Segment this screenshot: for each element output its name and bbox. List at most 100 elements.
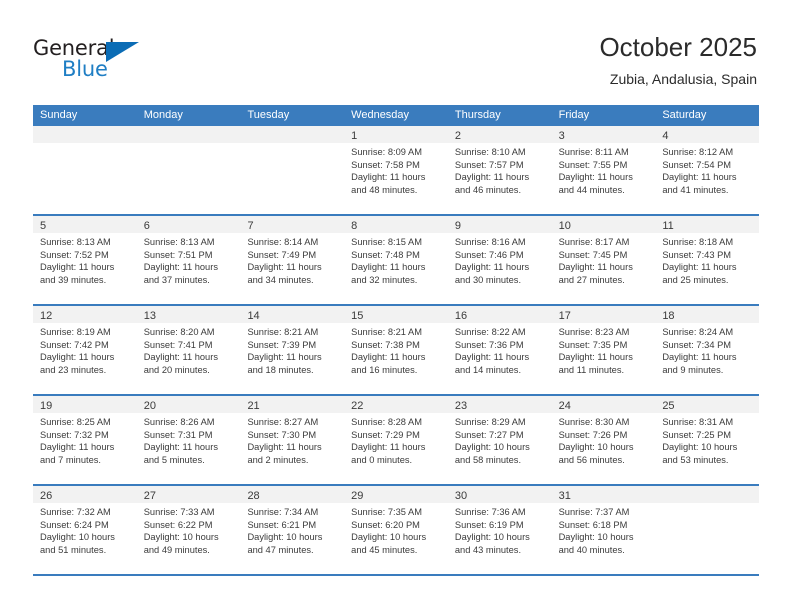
sunrise-text: Sunrise: 8:22 AM [454, 327, 526, 337]
day-number-strip: 1 [344, 126, 448, 143]
day-cell-body: Sunrise: 8:25 AM Sunset: 7:32 PM Daylight:… [33, 413, 137, 466]
general-blue-logo[interactable]: General Blue [33, 36, 163, 84]
day-number: 4 [662, 130, 669, 142]
day-cell[interactable]: 27 Sunrise: 7:33 AM Sunset: 6:22 PM Dayligh… [136, 486, 241, 574]
sunrise-text: Sunrise: 8:30 AM [558, 417, 630, 427]
day-number: 24 [558, 400, 571, 412]
day-cell[interactable]: 1 Sunrise: 8:09 AM Sunset: 7:58 PM Daylight… [344, 126, 448, 214]
day-number-strip [655, 486, 760, 503]
day-number: 15 [351, 310, 364, 322]
sunset-text: Sunset: 7:51 PM [143, 249, 213, 260]
weekday-header-row: Sunday Monday Tuesday Wednesday Thursday Frid… [33, 105, 759, 126]
day-cell[interactable]: 21 Sunrise: 8:27 AM Sunset: 7:30 PM Dayligh… [240, 396, 345, 484]
daylight-text: Daylight: 10 hours and 43 minutes. [454, 532, 530, 555]
day-cell[interactable]: 6 Sunrise: 8:13 AM Sunset: 7:51 PM Daylight… [136, 216, 241, 304]
sunrise-text: Sunrise: 8:11 AM [558, 147, 629, 157]
day-number: 20 [143, 400, 156, 412]
day-cell-empty [240, 126, 345, 214]
sunrise-text: Sunrise: 8:19 AM [40, 327, 111, 337]
day-number: 30 [454, 490, 468, 502]
daylight-text: Daylight: 11 hours and 37 minutes. [143, 262, 218, 285]
sunset-text: Sunset: 7:43 PM [662, 249, 732, 260]
sunrise-text: Sunrise: 8:24 AM [662, 327, 734, 337]
day-number: 8 [351, 220, 358, 232]
day-cell[interactable]: 17 Sunrise: 8:23 AM Sunset: 7:35 PM Dayligh… [551, 306, 656, 394]
sunrise-text: Sunrise: 8:12 AM [662, 147, 734, 157]
daylight-text: Daylight: 11 hours and 30 minutes. [454, 262, 530, 285]
day-cell-body: Sunrise: 8:13 AM Sunset: 7:51 PM Daylight:… [137, 233, 241, 286]
day-cell[interactable]: 2 Sunrise: 8:10 AM Sunset: 7:57 PM Daylight… [447, 126, 552, 214]
daylight-text: Daylight: 11 hours and 46 minutes. [454, 172, 530, 195]
sunrise-text: Sunrise: 7:32 AM [40, 507, 111, 517]
day-cell[interactable]: 4 Sunrise: 8:12 AM Sunset: 7:54 PM Daylight… [655, 126, 760, 214]
day-cell[interactable]: 18 Sunrise: 8:24 AM Sunset: 7:34 PM Dayligh… [655, 306, 760, 394]
sunrise-text: Sunrise: 8:16 AM [454, 237, 526, 247]
daylight-text: Daylight: 11 hours and 25 minutes. [662, 262, 737, 285]
day-cell-body: Sunrise: 7:32 AM Sunset: 6:24 PM Daylight:… [33, 503, 137, 556]
page-header: General Blue October 2025 Zubia, Andalus… [0, 0, 792, 104]
daylight-text: Daylight: 11 hours and 20 minutes. [143, 352, 218, 375]
day-cell[interactable]: 24 Sunrise: 8:30 AM Sunset: 7:26 PM Dayligh… [551, 396, 656, 484]
day-cell[interactable]: 8 Sunrise: 8:15 AM Sunset: 7:48 PM Daylight… [344, 216, 448, 304]
day-number-strip: 21 [240, 396, 345, 413]
sunrise-text: Sunrise: 8:21 AM [247, 327, 319, 337]
weekday-header-monday: Monday [143, 109, 183, 121]
day-cell[interactable]: 31 Sunrise: 7:37 AM Sunset: 6:18 PM Dayligh… [551, 486, 656, 574]
day-number-strip: 3 [551, 126, 656, 143]
daylight-text: Daylight: 11 hours and 34 minutes. [247, 262, 322, 285]
day-cell[interactable]: 29 Sunrise: 7:35 AM Sunset: 6:20 PM Dayligh… [344, 486, 448, 574]
day-cell[interactable]: 28 Sunrise: 7:34 AM Sunset: 6:21 PM Dayligh… [240, 486, 345, 574]
daylight-text: Daylight: 10 hours and 51 minutes. [40, 532, 115, 555]
day-cell-body: Sunrise: 7:34 AM Sunset: 6:21 PM Daylight:… [240, 503, 344, 556]
day-number: 26 [40, 490, 53, 502]
day-cell-body: Sunrise: 8:21 AM Sunset: 7:38 PM Daylight:… [344, 323, 448, 376]
day-number-strip: 12 [33, 306, 137, 323]
daylight-text: Daylight: 11 hours and 32 minutes. [351, 262, 426, 285]
day-cell[interactable]: 12 Sunrise: 8:19 AM Sunset: 7:42 PM Dayligh… [33, 306, 137, 394]
sunset-text: Sunset: 7:52 PM [40, 249, 109, 260]
day-cell[interactable]: 7 Sunrise: 8:14 AM Sunset: 7:49 PM Daylight… [240, 216, 345, 304]
sunset-text: Sunset: 7:35 PM [558, 339, 628, 350]
day-cell[interactable]: 19 Sunrise: 8:25 AM Sunset: 7:32 PM Dayligh… [33, 396, 137, 484]
day-cell[interactable]: 15 Sunrise: 8:21 AM Sunset: 7:38 PM Dayligh… [344, 306, 448, 394]
sunrise-text: Sunrise: 8:09 AM [351, 147, 422, 157]
day-cell[interactable]: 20 Sunrise: 8:26 AM Sunset: 7:31 PM Dayligh… [136, 396, 241, 484]
sunrise-text: Sunrise: 8:31 AM [662, 417, 734, 427]
day-cell-body [137, 143, 241, 146]
day-number: 10 [558, 220, 571, 232]
day-number: 22 [351, 400, 364, 412]
day-cell[interactable]: 14 Sunrise: 8:21 AM Sunset: 7:39 PM Dayligh… [240, 306, 345, 394]
day-cell[interactable]: 22 Sunrise: 8:28 AM Sunset: 7:29 PM Dayligh… [344, 396, 448, 484]
day-cell-body: Sunrise: 8:24 AM Sunset: 7:34 PM Daylight:… [655, 323, 759, 376]
daylight-text: Daylight: 11 hours and 9 minutes. [662, 352, 737, 375]
day-cell[interactable]: 26 Sunrise: 7:32 AM Sunset: 6:24 PM Dayligh… [33, 486, 137, 574]
day-cell[interactable]: 5 Sunrise: 8:13 AM Sunset: 7:52 PM Daylight… [33, 216, 137, 304]
day-number-strip: 11 [655, 216, 760, 233]
day-cell[interactable]: 11 Sunrise: 8:18 AM Sunset: 7:43 PM Dayligh… [655, 216, 760, 304]
daylight-text: Daylight: 11 hours and 2 minutes. [247, 442, 322, 465]
day-number: 25 [662, 400, 675, 412]
day-cell[interactable]: 9 Sunrise: 8:16 AM Sunset: 7:46 PM Daylight… [447, 216, 552, 304]
weekday-header-saturday: Saturday [662, 109, 707, 121]
sunrise-text: Sunrise: 7:37 AM [558, 507, 630, 517]
day-cell[interactable]: 23 Sunrise: 8:29 AM Sunset: 7:27 PM Dayligh… [447, 396, 552, 484]
day-cell[interactable]: 16 Sunrise: 8:22 AM Sunset: 7:36 PM Dayligh… [447, 306, 552, 394]
day-cell[interactable]: 25 Sunrise: 8:31 AM Sunset: 7:25 PM Dayligh… [655, 396, 760, 484]
sunset-text: Sunset: 7:34 PM [662, 339, 732, 350]
sunset-text: Sunset: 7:25 PM [662, 429, 732, 440]
daylight-text: Daylight: 10 hours and 49 minutes. [143, 532, 219, 555]
day-cell-body: Sunrise: 8:22 AM Sunset: 7:36 PM Daylight:… [448, 323, 552, 376]
day-number-strip: 30 [447, 486, 552, 503]
day-number: 17 [558, 310, 571, 322]
day-cell[interactable]: 3 Sunrise: 8:11 AM Sunset: 7:55 PM Daylight… [551, 126, 656, 214]
day-number-strip: 6 [136, 216, 241, 233]
day-cell[interactable]: 13 Sunrise: 8:20 AM Sunset: 7:41 PM Dayligh… [136, 306, 241, 394]
day-cell-body: Sunrise: 8:10 AM Sunset: 7:57 PM Daylight:… [448, 143, 552, 196]
calendar-week-row: 26 Sunrise: 7:32 AM Sunset: 6:24 PM Dayligh… [33, 486, 760, 576]
day-cell[interactable]: 10 Sunrise: 8:17 AM Sunset: 7:45 PM Dayligh… [551, 216, 656, 304]
day-cell-body [33, 143, 137, 146]
calendar-grid: Sunday Monday Tuesday Wednesday Thursday Frid… [33, 105, 760, 576]
day-number-strip: 22 [344, 396, 448, 413]
calendar-week-row: 1 Sunrise: 8:09 AM Sunset: 7:58 PM Daylight… [33, 126, 760, 216]
day-cell[interactable]: 30 Sunrise: 7:36 AM Sunset: 6:19 PM Dayligh… [447, 486, 552, 574]
